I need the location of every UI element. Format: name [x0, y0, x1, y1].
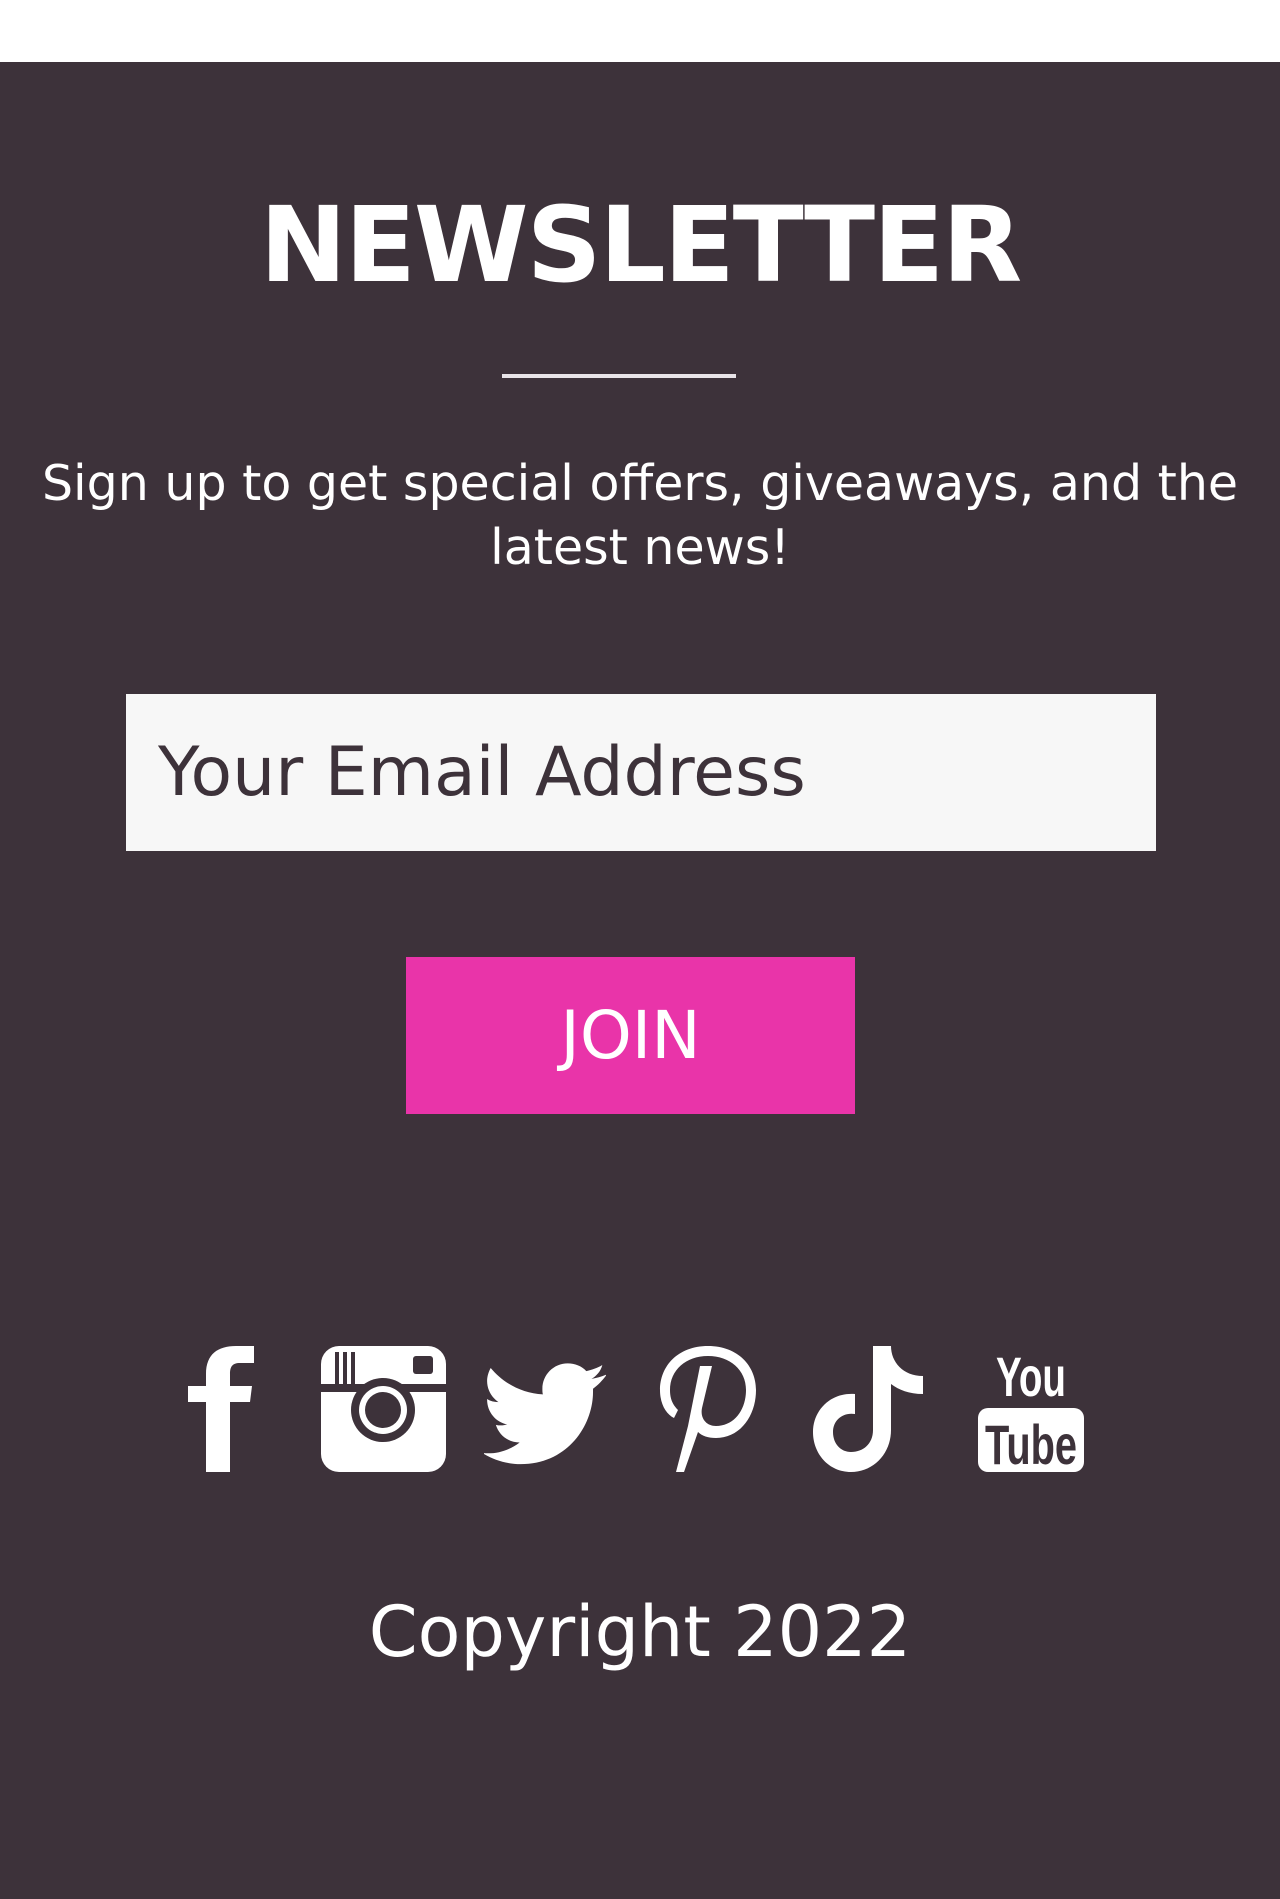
youtube-tube-label: Tube — [985, 1413, 1077, 1472]
facebook-icon[interactable] — [188, 1346, 254, 1472]
social-links: You Tube — [0, 1346, 1280, 1472]
twitter-icon[interactable] — [484, 1346, 608, 1472]
pinterest-icon[interactable] — [658, 1346, 758, 1472]
tiktok-icon[interactable] — [813, 1346, 923, 1472]
instagram-icon[interactable] — [321, 1346, 446, 1472]
newsletter-subtitle: Sign up to get special offers, giveaways… — [41, 455, 1239, 576]
email-field[interactable] — [126, 694, 1156, 851]
newsletter-title: NEWSLETTER — [259, 184, 1022, 306]
youtube-you-label: You — [996, 1346, 1066, 1408]
page: NEWSLETTER Sign up to get special offers… — [0, 0, 1280, 1899]
title-divider — [502, 374, 736, 378]
copyright-text: Copyright 2022 — [368, 1591, 912, 1673]
top-strip — [0, 0, 1280, 62]
join-button[interactable]: JOIN — [406, 957, 855, 1114]
youtube-icon[interactable]: You Tube — [976, 1346, 1086, 1472]
